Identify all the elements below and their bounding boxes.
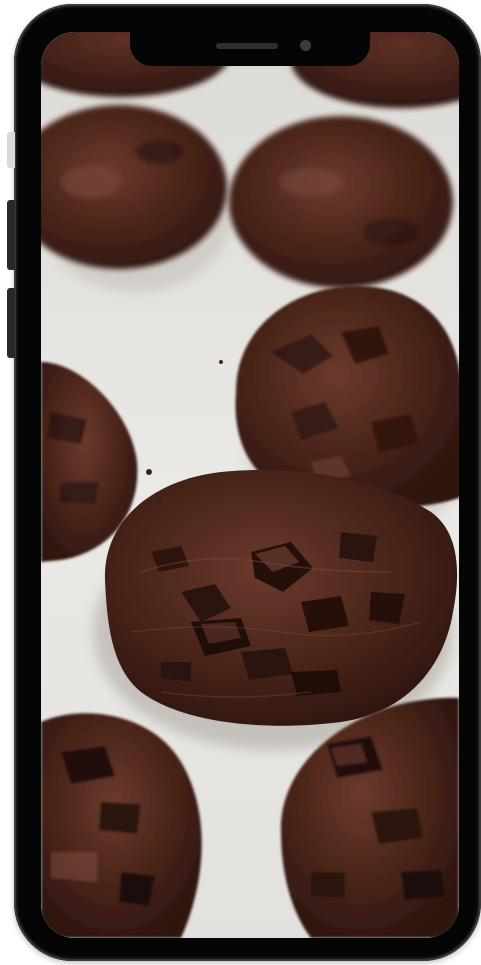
crumb xyxy=(219,360,223,364)
crumb xyxy=(146,469,152,475)
phone-notch xyxy=(130,32,370,66)
phone-screen xyxy=(41,32,459,938)
cookie-center xyxy=(104,469,458,726)
volume-down-button xyxy=(7,288,15,358)
crumb xyxy=(157,500,161,504)
cookie-upper-right xyxy=(229,116,453,288)
cookie-photo xyxy=(41,32,459,938)
front-camera-icon xyxy=(300,40,311,51)
crumb xyxy=(441,590,445,594)
silent-switch xyxy=(7,132,15,168)
earpiece-speaker xyxy=(216,43,278,49)
volume-up-button xyxy=(7,200,15,270)
mockup-stage xyxy=(0,0,481,965)
